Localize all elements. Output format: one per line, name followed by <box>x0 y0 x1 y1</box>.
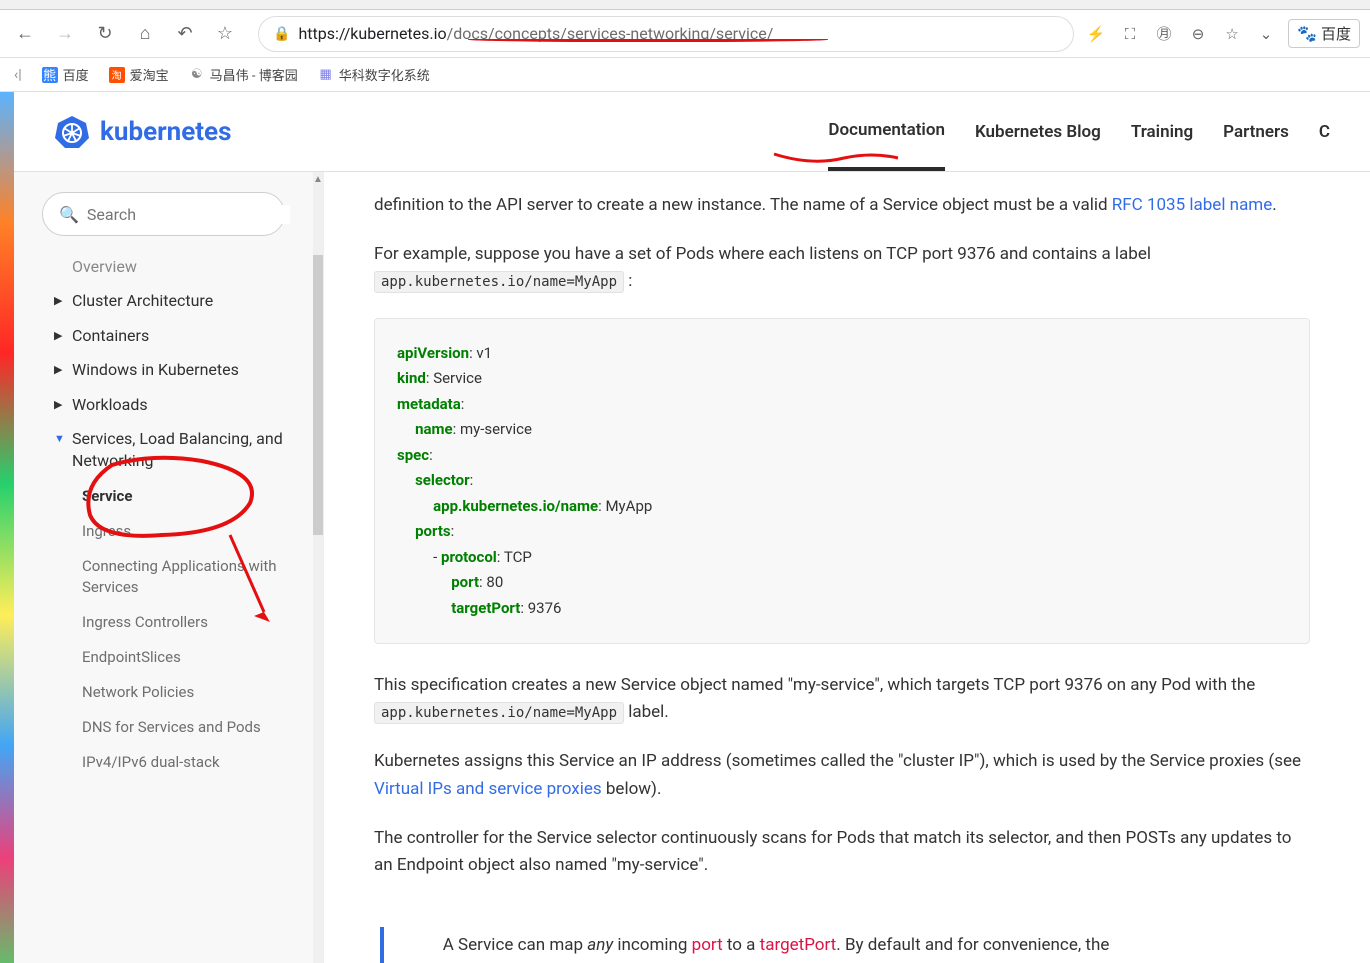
sidebar-sub-dualstack[interactable]: IPv4/IPv6 dual-stack <box>82 745 305 780</box>
star-button[interactable]: ☆ <box>210 19 240 49</box>
bookmark-star-icon[interactable]: ☆ <box>1220 22 1244 46</box>
sidebar-sub-endpointslices[interactable]: EndpointSlices <box>82 640 305 675</box>
nav-partners[interactable]: Partners <box>1223 92 1289 171</box>
paragraph: The controller for the Service selector … <box>374 825 1310 879</box>
scrollbar[interactable]: ▲ <box>313 172 323 963</box>
paw-icon: 🐾 <box>1297 24 1317 43</box>
undo-button[interactable]: ↶ <box>170 19 200 49</box>
bookmarks-bar: ‹| 熊百度 淘爱淘宝 ☯马昌伟 - 博客园 ▦华科数字化系统 <box>0 58 1370 92</box>
caret-icon: ▶ <box>54 329 64 342</box>
virtual-ips-link[interactable]: Virtual IPs and service proxies <box>374 779 602 799</box>
nav-blog[interactable]: Kubernetes Blog <box>975 92 1101 171</box>
bookmark-baidu[interactable]: 熊百度 <box>42 65 89 84</box>
kubernetes-logo-icon <box>54 114 90 150</box>
site-header: kubernetes Documentation Kubernetes Blog… <box>14 92 1370 172</box>
nav-training[interactable]: Training <box>1131 92 1193 171</box>
bookmark-blog[interactable]: ☯马昌伟 - 博客园 <box>189 65 298 84</box>
logo[interactable]: kubernetes <box>54 114 231 150</box>
annotation-doc-underline <box>772 150 902 170</box>
sidebar-item-workloads[interactable]: ▶Workloads <box>54 388 305 422</box>
collapse-icon[interactable]: ‹| <box>14 67 22 83</box>
sidebar-item-cluster[interactable]: ▶Cluster Architecture <box>54 284 305 318</box>
search-input[interactable] <box>87 205 290 224</box>
main-content: definition to the API server to create a… <box>324 172 1370 963</box>
taobao-icon: 淘 <box>109 67 125 83</box>
scrollbar-thumb[interactable] <box>313 255 323 535</box>
translate-icon[interactable]: ㊊ <box>1152 22 1176 46</box>
bolt-icon[interactable]: ⚡ <box>1084 22 1108 46</box>
bookmark-taobao[interactable]: 淘爱淘宝 <box>109 65 169 84</box>
caret-down-icon: ▼ <box>54 432 64 445</box>
yaml-code-block: apiVersion: v1 kind: Service metadata: n… <box>374 318 1310 645</box>
sidebar-item-containers[interactable]: ▶Containers <box>54 319 305 353</box>
sidebar-item-overview[interactable]: ▶Overview <box>54 250 305 284</box>
paragraph: This specification creates a new Service… <box>374 672 1310 726</box>
forward-button[interactable]: → <box>50 19 80 49</box>
home-button[interactable]: ⌂ <box>130 19 160 49</box>
extension-baidu[interactable]: 🐾 百度 <box>1288 19 1360 48</box>
paragraph: Kubernetes assigns this Service an IP ad… <box>374 748 1310 802</box>
logo-text: kubernetes <box>100 117 231 147</box>
sidebar-sub-netpol[interactable]: Network Policies <box>82 675 305 710</box>
caret-icon: ▶ <box>54 294 64 307</box>
inline-code: app.kubernetes.io/name=MyApp <box>374 271 624 293</box>
caret-icon: ▶ <box>54 398 64 411</box>
search-icon: 🔍 <box>59 205 79 224</box>
annotation-arrow <box>222 530 282 630</box>
paragraph: For example, suppose you have a set of P… <box>374 241 1310 295</box>
screenshot-icon[interactable]: ⛶ <box>1118 22 1142 46</box>
person-icon: ☯ <box>189 67 205 83</box>
note-callout: Note: A Service can map any incoming por… <box>380 927 1310 963</box>
chevron-down-icon[interactable]: ⌄ <box>1254 22 1278 46</box>
annotation-url-underline <box>468 36 828 42</box>
rfc-link[interactable]: RFC 1035 label name <box>1112 195 1272 215</box>
zoom-icon[interactable]: ⊖ <box>1186 22 1210 46</box>
caret-icon: ▶ <box>54 363 64 376</box>
sidebar-sub-dns[interactable]: DNS for Services and Pods <box>82 710 305 745</box>
address-bar[interactable]: 🔒 https://kubernetes.io/docs/concepts/se… <box>258 16 1074 52</box>
paw-icon: 熊 <box>42 67 58 83</box>
bookmark-huake[interactable]: ▦华科数字化系统 <box>318 65 430 84</box>
inline-code: app.kubernetes.io/name=MyApp <box>374 702 624 724</box>
nav-community[interactable]: C <box>1319 92 1330 171</box>
paragraph: definition to the API server to create a… <box>374 192 1310 219</box>
browser-toolbar: ← → ↻ ⌂ ↶ ☆ 🔒 https://kubernetes.io/docs… <box>0 10 1370 58</box>
left-color-strip <box>0 92 14 963</box>
search-box[interactable]: 🔍 <box>42 192 285 236</box>
lock-icon: 🔒 <box>273 26 290 42</box>
reload-button[interactable]: ↻ <box>90 19 120 49</box>
sidebar-item-windows[interactable]: ▶Windows in Kubernetes <box>54 353 305 387</box>
back-button[interactable]: ← <box>10 19 40 49</box>
barcode-icon: ▦ <box>318 67 334 83</box>
